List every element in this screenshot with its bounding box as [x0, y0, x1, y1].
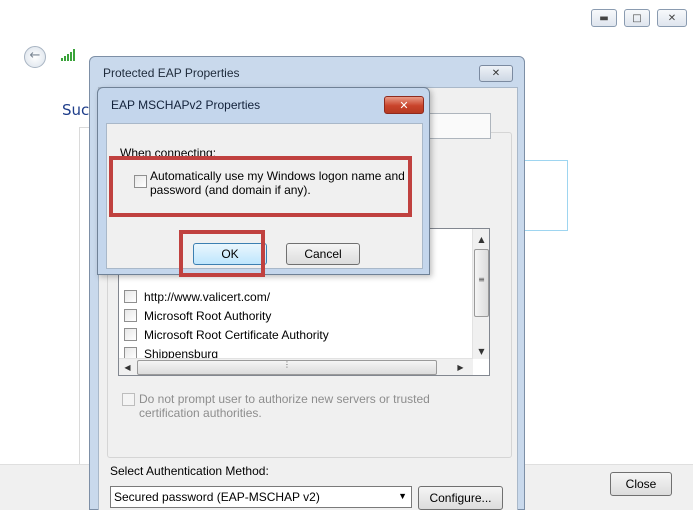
- grip-icon: ≡: [478, 275, 485, 284]
- back-button[interactable]: ←: [24, 46, 46, 68]
- chevron-down-icon: ▼: [398, 491, 407, 501]
- maximize-icon: □: [632, 12, 642, 24]
- close-icon: ✕: [491, 68, 501, 79]
- scroll-left-icon[interactable]: ◀: [119, 359, 136, 376]
- list-item[interactable]: Microsoft Root Certificate Authority: [124, 325, 329, 344]
- scroll-up-icon[interactable]: ▲: [473, 231, 490, 248]
- close-icon: ✕: [667, 12, 677, 24]
- window-titlebar: ▬ □ ✕: [0, 0, 693, 30]
- vertical-scrollbar[interactable]: ▲ ≡ ▼: [472, 229, 489, 359]
- configure-button[interactable]: Configure...: [418, 486, 503, 510]
- connection-heading: Successfully connected: [62, 101, 92, 119]
- when-connecting-label: When connecting:: [120, 146, 217, 160]
- minimize-icon: ▬: [599, 12, 609, 24]
- cert-name: Microsoft Root Certificate Authority: [144, 327, 329, 342]
- auto-logon-label: Automatically use my Windows logon name …: [150, 169, 405, 197]
- auth-method-label: Select Authentication Method:: [110, 464, 269, 478]
- auth-method-value: Secured password (EAP-MSCHAP v2): [114, 490, 320, 504]
- cert-name: Microsoft Root Authority: [144, 308, 272, 323]
- grip-icon: ⋮: [283, 360, 291, 369]
- peap-close-button[interactable]: ✕: [479, 65, 513, 82]
- minimize-button[interactable]: ▬: [591, 9, 617, 27]
- wizard-option-box: [524, 160, 568, 231]
- dialog-body: When connecting: Automatically use my Wi…: [106, 123, 423, 269]
- back-arrow-icon: ←: [29, 48, 41, 63]
- checkbox[interactable]: [124, 309, 137, 322]
- close-icon: ✕: [399, 98, 409, 112]
- scroll-right-icon[interactable]: ▶: [452, 359, 469, 376]
- no-prompt-label: Do not prompt user to authorize new serv…: [139, 392, 430, 420]
- checkbox[interactable]: [124, 328, 137, 341]
- maximize-button[interactable]: □: [624, 9, 650, 27]
- scroll-down-icon[interactable]: ▼: [473, 343, 490, 360]
- auto-logon-checkbox[interactable]: [134, 175, 147, 188]
- cert-name: http://www.valicert.com/: [144, 289, 271, 304]
- dialog-title: EAP MSCHAPv2 Properties: [111, 98, 261, 112]
- dialog-title: Protected EAP Properties: [103, 66, 240, 80]
- scroll-thumb[interactable]: ≡: [474, 249, 489, 317]
- horizontal-scrollbar[interactable]: ◀ ⋮ ▶: [119, 358, 473, 375]
- auth-method-select[interactable]: Secured password (EAP-MSCHAP v2) ▼: [110, 486, 412, 508]
- auto-logon-option[interactable]: Automatically use my Windows logon name …: [134, 169, 419, 197]
- close-button[interactable]: Close: [610, 472, 672, 496]
- checkbox[interactable]: [124, 290, 137, 303]
- scroll-thumb[interactable]: ⋮: [137, 360, 437, 375]
- checkbox: [122, 393, 135, 406]
- list-item[interactable]: http://www.valicert.com/: [124, 287, 270, 306]
- wireless-signal-icon: [61, 49, 75, 61]
- ok-button[interactable]: OK: [193, 243, 267, 265]
- cancel-button[interactable]: Cancel: [286, 243, 360, 265]
- list-item[interactable]: Microsoft Root Authority: [124, 306, 271, 325]
- window-close-button[interactable]: ✕: [657, 9, 687, 27]
- mschapv2-properties-dialog: EAP MSCHAPv2 Properties ✕ When connectin…: [97, 87, 430, 275]
- no-prompt-option: Do not prompt user to authorize new serv…: [122, 392, 462, 420]
- mschap-close-button[interactable]: ✕: [384, 96, 424, 114]
